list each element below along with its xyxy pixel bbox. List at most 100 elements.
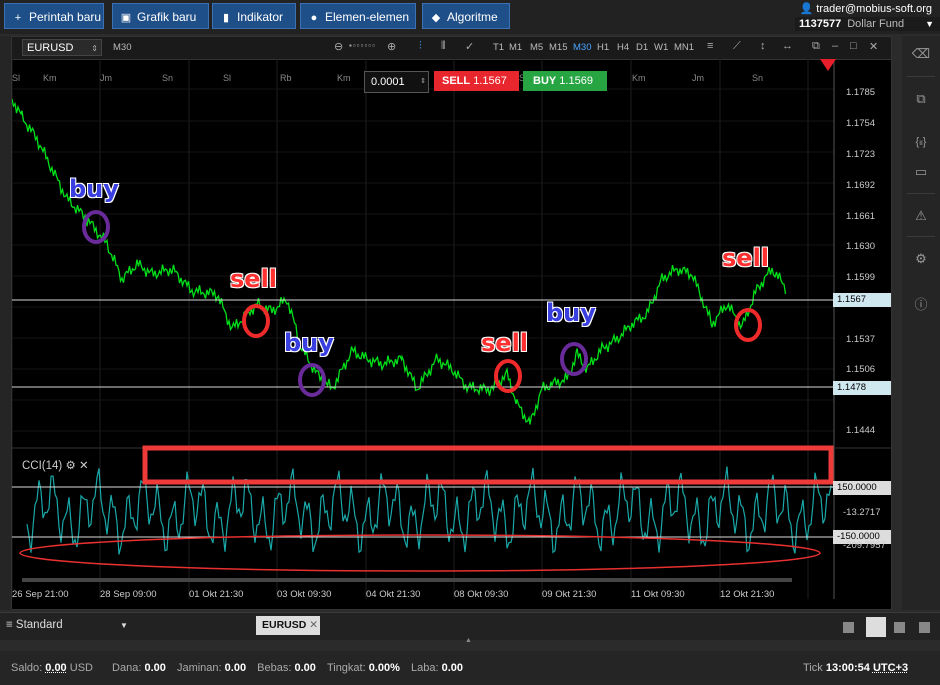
dana-label: Dana: (112, 662, 142, 674)
close-icon[interactable]: ✕ (869, 40, 878, 53)
saldo-value[interactable]: 0.00 (45, 662, 66, 674)
updown-icon: ⇕ (91, 44, 98, 53)
time-axis-label: 09 Okt 21:30 (542, 589, 596, 600)
chevron-down-icon: ▼ (925, 19, 934, 29)
account-id: 1137577 (799, 18, 842, 30)
user-icon: 👤 (799, 3, 814, 15)
timeframe-d1[interactable]: D1 (636, 42, 648, 53)
left-collapse-strip[interactable] (0, 36, 11, 610)
timeframe-w1[interactable]: W1 (654, 42, 668, 53)
candlestick-icon[interactable]: ⫴ (441, 40, 446, 53)
lot-size-input[interactable]: 0.0001 ⇕ (364, 71, 429, 93)
warning-icon[interactable]: ⚠ (902, 208, 940, 224)
stepper-icon[interactable]: ⇕ (420, 72, 426, 92)
laba-value: 0.00 (441, 662, 464, 674)
day-label: Km (337, 73, 351, 83)
current-price-tag: 1.1567 (833, 293, 891, 307)
timeframe-h1[interactable]: H1 (597, 42, 609, 53)
buy-annotation: buy (284, 329, 334, 357)
cci-label: CCI(14) (22, 460, 63, 472)
price-tick-label: 1.1444 (846, 425, 875, 436)
time-axis-label: 28 Sep 09:00 (100, 589, 157, 600)
indicator-label: Indikator (237, 10, 284, 24)
day-label: Sl (12, 73, 20, 83)
price-tick-label: 1.1692 (846, 180, 875, 191)
sell-button[interactable]: SELL 1.1567 (434, 71, 519, 91)
price-chart[interactable]: SlKmJmSnSlRbKmJmSnSlRbKmJmSn 1.17851.175… (12, 59, 891, 611)
day-label: Rb (280, 73, 292, 83)
time-axis-label: 12 Okt 21:30 (720, 589, 774, 600)
indicator-button[interactable]: ▮ Indikator (212, 3, 296, 29)
minimize-icon[interactable]: – (832, 40, 838, 52)
timeframe-t1[interactable]: T1 (493, 42, 504, 53)
layout-columns-icon[interactable] (894, 622, 905, 633)
close-tab-icon[interactable]: ✕ (309, 619, 318, 631)
collapse-up-icon[interactable]: ▲ (465, 637, 472, 644)
tingkat-value: 0.00% (368, 662, 400, 674)
chart-tab-label: EURUSD (262, 619, 307, 631)
day-label: Jm (692, 73, 704, 83)
saldo-currency: USD (69, 662, 93, 674)
algorithm-button[interactable]: ◆ Algoritme (422, 3, 510, 29)
time-axis-label: 11 Okt 09:30 (631, 589, 685, 600)
layout-grid-icon[interactable] (866, 617, 886, 637)
gear-icon[interactable]: ⚙ (65, 460, 75, 472)
maximize-icon[interactable]: □ (850, 40, 857, 52)
timeframe-m30[interactable]: M30 (573, 42, 591, 53)
layout-rows-icon[interactable] (919, 622, 930, 633)
user-menu[interactable]: 👤 trader@mobius-soft.org (800, 2, 932, 15)
fund-name: Dollar Fund (847, 18, 905, 30)
price-line (12, 98, 787, 425)
info-icon[interactable]: ⓘ (902, 294, 940, 313)
price-tick-label: 1.1537 (846, 334, 875, 345)
timeframe-m15[interactable]: M15 (549, 42, 567, 53)
timeframe-m1[interactable]: M1 (509, 42, 522, 53)
timeframe-m5[interactable]: M5 (530, 42, 543, 53)
day-label: Km (43, 73, 57, 83)
trendline-icon[interactable]: ⟋ (733, 40, 741, 53)
zoom-out-icon[interactable]: ⊖ (334, 40, 343, 53)
timeframe-mn1[interactable]: MN1 (674, 42, 694, 53)
dana-value: 0.00 (144, 662, 166, 674)
formula-icon[interactable]: ≡ (707, 40, 713, 52)
price-tick-label: 1.1661 (846, 211, 875, 222)
layout-name: Standard (15, 619, 63, 631)
bar-chart-icon[interactable]: ⫶ (419, 40, 422, 53)
vertical-line-icon[interactable]: ↕ (760, 40, 766, 52)
tick-time: 13:00:54 (825, 662, 870, 674)
close-icon[interactable]: ✕ (79, 460, 89, 472)
sell-price: 1.1567 (473, 75, 507, 87)
buy-label: BUY (533, 75, 557, 87)
chart-tab[interactable]: EURUSD ✕ (256, 616, 320, 635)
terminal-icon[interactable]: ▭ (902, 164, 940, 180)
zoom-in-icon[interactable]: ⊕ (387, 40, 396, 53)
price-tick-label: 1.1754 (846, 118, 875, 129)
elements-button[interactable]: ● Elemen-elemen (300, 3, 416, 29)
eraser-icon[interactable]: ⌫ (902, 46, 940, 62)
line-chart-icon[interactable]: ✓ (465, 40, 474, 53)
timezone-selector[interactable]: UTC+3 (873, 662, 908, 674)
script-icon[interactable]: {ιι} (902, 136, 940, 148)
sell-annotation: sell (230, 265, 278, 293)
horizontal-scrollbar[interactable] (22, 578, 792, 582)
layout-single-icon[interactable] (843, 622, 854, 633)
cci-title: CCI(14) ⚙ ✕ (22, 458, 89, 472)
tick-label: Tick (803, 662, 823, 674)
new-order-button[interactable]: + Perintah baru (4, 3, 104, 29)
chevron-down-icon: ▼ (120, 621, 128, 630)
popout-icon[interactable]: ⧉ (812, 40, 820, 53)
horizontal-line-icon[interactable]: ↔ (782, 40, 793, 52)
jaminan-label: Jaminan: (176, 662, 222, 674)
cci-current-value: -13.2717 (843, 507, 881, 518)
account-selector[interactable]: 1137577 Dollar Fund ▼ (795, 17, 940, 31)
plus-icon: + (14, 12, 22, 24)
buy-button[interactable]: BUY 1.1569 (523, 71, 607, 91)
timeframe-h4[interactable]: H4 (617, 42, 629, 53)
settings-icon[interactable]: ⚙ (902, 251, 940, 267)
copy-icon[interactable]: ⧉ (902, 91, 940, 107)
new-chart-button[interactable]: ▣ Grafik baru (112, 3, 209, 29)
time-axis-label: 26 Sep 21:00 (12, 589, 69, 600)
symbol-selector[interactable]: EURUSD ⇕ (22, 39, 102, 56)
zoom-slider[interactable]: ▪▫▫▫▫▫▫ (349, 41, 376, 50)
layout-selector[interactable]: ≡ Standard ▼ (6, 619, 128, 631)
